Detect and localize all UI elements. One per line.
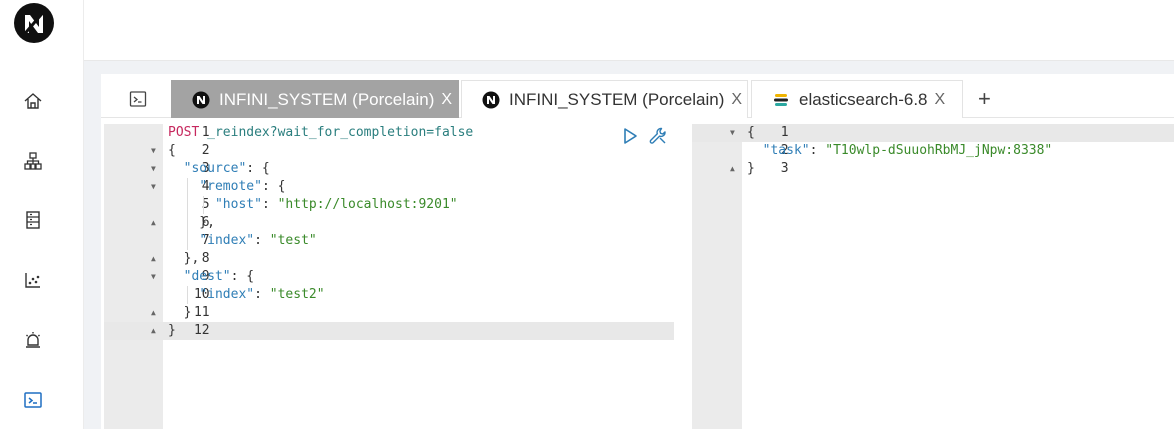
close-tab-icon[interactable]: X: [935, 91, 946, 109]
tab-label: INFINI_SYSTEM (Porcelain): [509, 89, 725, 109]
fold-up-icon[interactable]: ▲: [151, 214, 156, 232]
chart-icon[interactable]: [22, 269, 44, 291]
top-header: [84, 0, 1174, 61]
tab-label: elasticsearch-6.8: [799, 89, 928, 109]
json-key: "task": [762, 143, 810, 158]
elasticsearch-icon: [774, 93, 788, 106]
json-key: "source": [183, 161, 247, 176]
tab-infini-system-1[interactable]: INFINI_SYSTEM (Porcelain) X: [171, 80, 459, 118]
json-key: "index": [199, 233, 255, 248]
fold-down-icon[interactable]: ▼: [730, 124, 735, 142]
tab-infini-system-2[interactable]: INFINI_SYSTEM (Porcelain) X: [461, 80, 748, 118]
dev-console: INFINI_SYSTEM (Porcelain) X INFINI_SYSTE…: [101, 74, 1174, 429]
tab-elasticsearch[interactable]: elasticsearch-6.8 X: [751, 80, 963, 118]
json-key: "index": [199, 287, 255, 302]
infini-logo-icon: [20, 8, 48, 38]
left-navigation: [0, 0, 84, 429]
fold-down-icon[interactable]: ▼: [151, 268, 156, 286]
request-editor[interactable]: 1 POST _reindex?wait_for_completion=fals…: [104, 124, 674, 429]
close-tab-icon[interactable]: X: [441, 91, 452, 109]
json-value: "http://localhost:9201": [277, 197, 458, 212]
json-value: "T10wlp-dSuuohRbMJ_jNpw:8338": [825, 143, 1053, 158]
json-value: "test": [269, 233, 317, 248]
wrench-icon[interactable]: [648, 126, 668, 146]
close-tab-icon[interactable]: X: [731, 91, 742, 109]
index-icon[interactable]: [22, 209, 44, 231]
infini-logo[interactable]: [14, 3, 54, 43]
fold-down-icon[interactable]: ▼: [151, 160, 156, 178]
home-icon[interactable]: [22, 90, 44, 112]
alert-icon[interactable]: [22, 329, 44, 351]
json-key: "dest": [183, 269, 231, 284]
json-key: "remote": [199, 179, 262, 194]
fold-up-icon[interactable]: ▲: [151, 250, 156, 268]
line-number: 3: [780, 161, 789, 176]
line-number: 1: [780, 125, 789, 140]
infini-icon: [482, 91, 500, 108]
response-viewer[interactable]: 1 ▼ { 2 "task": "T10wlp-dSuuohRbMJ_jNpw:8…: [692, 124, 1174, 429]
console-toggle-icon[interactable]: [129, 90, 147, 108]
fold-up-icon[interactable]: ▲: [151, 304, 156, 322]
console-tab-bar: INFINI_SYSTEM (Porcelain) X INFINI_SYSTE…: [101, 74, 1174, 118]
fold-down-icon[interactable]: ▼: [151, 142, 156, 160]
cluster-icon[interactable]: [22, 150, 44, 172]
request-url: _reindex?wait_for_completion=false: [207, 125, 474, 140]
run-request-icon[interactable]: [620, 126, 640, 146]
fold-up-icon[interactable]: ▲: [151, 322, 156, 340]
http-method: POST: [168, 125, 200, 140]
json-key: "host": [214, 197, 262, 212]
add-tab-button[interactable]: +: [978, 88, 991, 110]
console-icon[interactable]: [22, 389, 44, 411]
json-value: "test2": [269, 287, 325, 302]
tab-label: INFINI_SYSTEM (Porcelain): [219, 89, 435, 109]
infini-icon: [192, 91, 210, 108]
fold-up-icon[interactable]: ▲: [730, 160, 735, 178]
fold-down-icon[interactable]: ▼: [151, 178, 156, 196]
